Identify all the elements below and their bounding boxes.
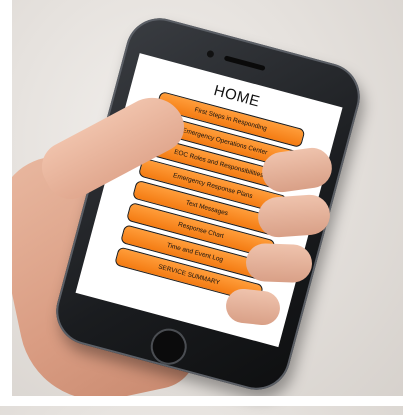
hand-finger-middle (256, 193, 332, 239)
hand-finger-ring (245, 242, 313, 284)
